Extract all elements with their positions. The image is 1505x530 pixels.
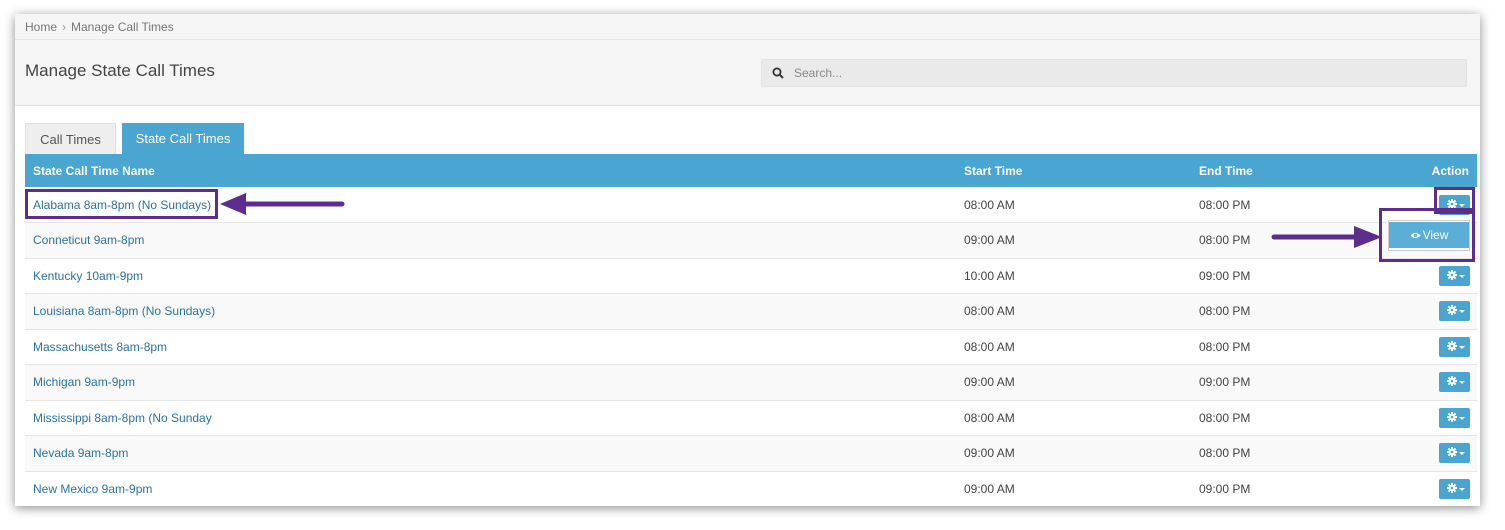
state-call-time-link[interactable]: Nevada 9am-8pm [33, 446, 128, 460]
column-header-end[interactable]: End Time [1191, 154, 1391, 187]
gear-icon [1447, 376, 1457, 387]
cell-name: Conneticut 9am-8pm [25, 223, 956, 259]
table-header-row: State Call Time Name Start Time End Time… [25, 154, 1477, 187]
arrow-annotation-right [1271, 226, 1382, 248]
action-gear-button[interactable] [1439, 372, 1470, 393]
state-call-time-link[interactable]: Alabama 8am-8pm (No Sundays) [33, 198, 211, 212]
cell-end-time: 08:00 PM [1199, 410, 1251, 425]
cell-action [1391, 400, 1477, 436]
cell-action [1391, 294, 1477, 330]
gear-icon [1447, 340, 1457, 351]
action-gear-button[interactable] [1439, 478, 1470, 499]
caret-down-icon [1459, 345, 1465, 349]
column-header-name[interactable]: State Call Time Name [25, 154, 956, 187]
caret-down-icon [1459, 416, 1465, 420]
breadcrumb-separator: › [62, 20, 67, 34]
cell-action [1391, 471, 1477, 506]
cell-start-time: 10:00 AM [964, 268, 1015, 283]
state-call-time-link[interactable]: New Mexico 9am-9pm [33, 482, 152, 496]
cell-name: Kentucky 10am-9pm [25, 258, 956, 294]
view-label: View [1422, 228, 1449, 242]
caret-down-icon [1459, 487, 1465, 491]
state-call-time-link[interactable]: Mississippi 8am-8pm (No Sunday [33, 411, 212, 425]
page-header: Manage State Call Times [15, 40, 1480, 106]
cell-start-time: 08:00 AM [964, 197, 1015, 212]
cell-start-time: 09:00 AM [964, 375, 1015, 390]
breadcrumb-current: Manage Call Times [71, 20, 174, 34]
cell-end-time: 08:00 PM [1199, 339, 1251, 354]
column-header-start[interactable]: Start Time [956, 154, 1191, 187]
caret-down-icon [1459, 274, 1465, 278]
arrow-annotation-left [220, 193, 345, 215]
cell-start-time: 09:00 AM [964, 481, 1015, 496]
cell-start-time: 09:00 AM [964, 233, 1015, 248]
cell-action [1391, 329, 1477, 365]
table-row: Mississippi 8am-8pm (No Sunday 08:00 AM 08… [25, 400, 1477, 436]
state-call-time-link[interactable]: Massachusetts 8am-8pm [33, 340, 167, 354]
tab-call-times[interactable]: Call Times [25, 123, 116, 154]
caret-down-icon [1459, 381, 1465, 385]
table-row: Massachusetts 8am-8pm 08:00 AM 08:00 PM [25, 329, 1477, 365]
cell-name: Louisiana 8am-8pm (No Sundays) [25, 294, 956, 330]
caret-down-icon [1459, 203, 1465, 207]
cell-action [1391, 436, 1477, 472]
cell-name: New Mexico 9am-9pm [25, 471, 956, 506]
cell-name: Massachusetts 8am-8pm [25, 329, 956, 365]
state-call-time-link[interactable]: Michigan 9am-9pm [33, 375, 135, 389]
cell-end-time: 09:00 PM [1199, 375, 1251, 390]
cell-name: Mississippi 8am-8pm (No Sunday [25, 400, 956, 436]
gear-icon [1447, 447, 1457, 458]
table-row: Conneticut 9am-8pm 09:00 AM 08:00 PM [25, 222, 1477, 259]
action-gear-button[interactable] [1439, 443, 1470, 464]
cell-start-time: 08:00 AM [964, 304, 1015, 319]
cell-end-time: 08:00 PM [1199, 446, 1251, 461]
table-row: Michigan 9am-9pm 09:00 AM 09:00 PM [25, 364, 1477, 401]
search-icon [772, 67, 784, 79]
action-gear-button[interactable] [1439, 194, 1470, 215]
action-gear-button[interactable] [1439, 407, 1470, 428]
search-box[interactable] [761, 59, 1467, 87]
eye-icon [1410, 233, 1421, 238]
action-gear-button[interactable] [1439, 301, 1470, 322]
breadcrumb-home[interactable]: Home [25, 20, 57, 34]
view-button[interactable]: View [1389, 222, 1469, 248]
cell-name: Alabama 8am-8pm (No Sundays) [25, 187, 956, 223]
table-row: Kentucky 10am-9pm 10:00 AM 09:00 PM [25, 258, 1477, 294]
cell-action [1391, 258, 1477, 294]
page-title: Manage State Call Times [25, 61, 215, 80]
cell-action [1391, 187, 1477, 223]
table-row: New Mexico 9am-9pm 09:00 AM 09:00 PM [25, 471, 1477, 506]
action-gear-button[interactable] [1439, 265, 1470, 286]
cell-end-time: 09:00 PM [1199, 268, 1251, 283]
caret-down-icon [1459, 310, 1465, 314]
cell-start-time: 08:00 AM [964, 410, 1015, 425]
gear-icon [1447, 269, 1457, 280]
cell-name: Michigan 9am-9pm [25, 365, 956, 401]
gear-icon [1447, 305, 1457, 316]
cell-end-time: 08:00 PM [1199, 197, 1251, 212]
cell-end-time: 08:00 PM [1199, 304, 1251, 319]
gear-icon [1447, 198, 1457, 209]
gear-icon [1447, 411, 1457, 422]
cell-action [1391, 365, 1477, 401]
app-window: Home › Manage Call Times Manage State Call… [15, 14, 1480, 506]
caret-down-icon [1459, 452, 1465, 456]
table-row: Louisiana 8am-8pm (No Sundays) 08:00 AM 08… [25, 293, 1477, 330]
action-dropdown-menu: View [1388, 220, 1470, 251]
cell-start-time: 09:00 AM [964, 446, 1015, 461]
search-input[interactable] [792, 60, 1452, 86]
cell-end-time: 09:00 PM [1199, 481, 1251, 496]
cell-name: Nevada 9am-8pm [25, 436, 956, 472]
state-call-time-link[interactable]: Conneticut 9am-8pm [33, 233, 144, 247]
tab-state-call-times[interactable]: State Call Times [122, 123, 244, 155]
column-header-action: Action [1431, 163, 1469, 178]
table-row: Nevada 9am-8pm 09:00 AM 08:00 PM [25, 435, 1477, 472]
gear-icon [1447, 482, 1457, 493]
action-gear-button[interactable] [1439, 336, 1470, 357]
breadcrumb: Home › Manage Call Times [15, 14, 1480, 40]
cell-start-time: 08:00 AM [964, 339, 1015, 354]
state-call-time-link[interactable]: Kentucky 10am-9pm [33, 269, 143, 283]
state-call-time-link[interactable]: Louisiana 8am-8pm (No Sundays) [33, 304, 215, 318]
